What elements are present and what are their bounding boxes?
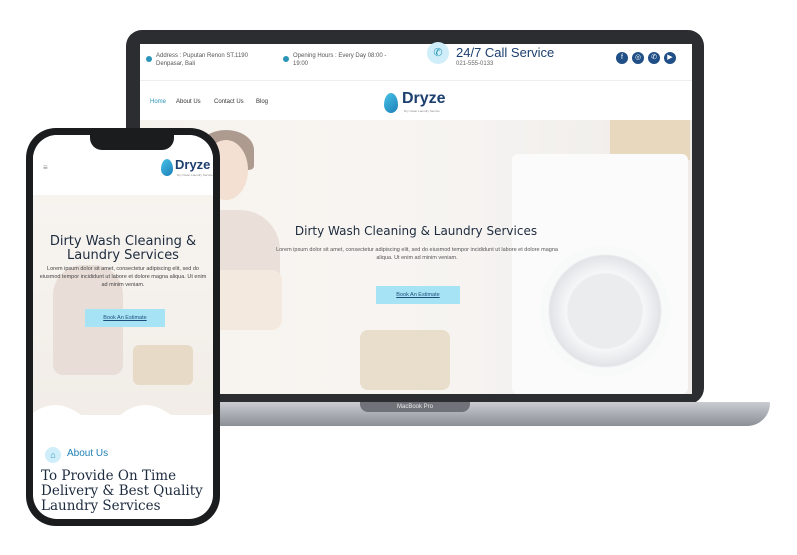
phone-hero-section — [33, 195, 213, 415]
main-nav: Home About Us Contact Us Blog Dryze Dry … — [140, 80, 692, 121]
call-phone-number[interactable]: 021-555-0133 — [456, 61, 493, 67]
nav-contact-us[interactable]: Contact Us — [214, 99, 244, 105]
laptop-screen: Address : Puputan Renon ST.1190 Denpasar… — [140, 44, 692, 394]
logo-name[interactable]: Dryze — [402, 90, 446, 108]
logo-drop-icon — [161, 159, 173, 176]
phone-logo-name[interactable]: Dryze — [175, 157, 210, 172]
about-label: About Us — [67, 448, 109, 459]
phone-notch — [90, 132, 174, 150]
book-estimate-button[interactable]: Book An Estimate — [376, 286, 460, 304]
phone-hero-overlay — [33, 195, 213, 415]
phone-call-icon: ✆ — [427, 42, 449, 64]
laptop-model-label: MacBook Pro — [396, 404, 433, 410]
phone-logo-tagline: Dry Clean Laundry Service — [177, 173, 213, 177]
opening-hours-text: Opening Hours : Every Day 08:00 - 19:00 — [293, 53, 387, 67]
nav-home[interactable]: Home — [150, 99, 166, 105]
menu-icon[interactable]: ≡ — [43, 163, 48, 172]
call-service-title: 24/7 Call Service — [456, 45, 555, 60]
about-title: To Provide On Time Delivery & Best Quali… — [41, 468, 203, 514]
about-icon: ⌂ — [45, 447, 61, 463]
hero-section: Dirty Wash Cleaning & Laundry Services L… — [140, 120, 692, 394]
nav-blog[interactable]: Blog — [256, 99, 268, 105]
logo-drop-icon — [384, 93, 398, 113]
hero-text: Lorem ipsum dolor sit amet, consectetur … — [276, 247, 558, 261]
youtube-icon[interactable]: ▶ — [664, 52, 676, 64]
top-info-bar: Address : Puputan Renon ST.1190 Denpasar… — [140, 44, 692, 80]
phone-screen: ≡ Dryze Dry Clean Laundry Service Dirty … — [33, 135, 213, 519]
phone-hero-text: Lorem ipsum dolor sit amet, consectetur … — [39, 266, 207, 288]
nav-about-us[interactable]: About Us — [176, 99, 201, 105]
wave-divider — [33, 405, 213, 433]
facebook-icon[interactable]: f — [616, 52, 628, 64]
location-pin-icon — [146, 56, 152, 62]
hero-title: Dirty Wash Cleaning & Laundry Services — [294, 224, 538, 238]
instagram-icon[interactable]: ◎ — [632, 52, 644, 64]
clock-icon — [283, 56, 289, 62]
whatsapp-icon[interactable]: ✆ — [648, 52, 660, 64]
phone-hero-title: Dirty Wash Cleaning & Laundry Services — [49, 234, 197, 263]
logo-tagline: Dry Clean Laundry Service — [404, 109, 440, 113]
phone-book-estimate-button[interactable]: Book An Estimate — [85, 309, 165, 327]
address-text: Address : Puputan Renon ST.1190 Denpasar… — [156, 53, 248, 67]
